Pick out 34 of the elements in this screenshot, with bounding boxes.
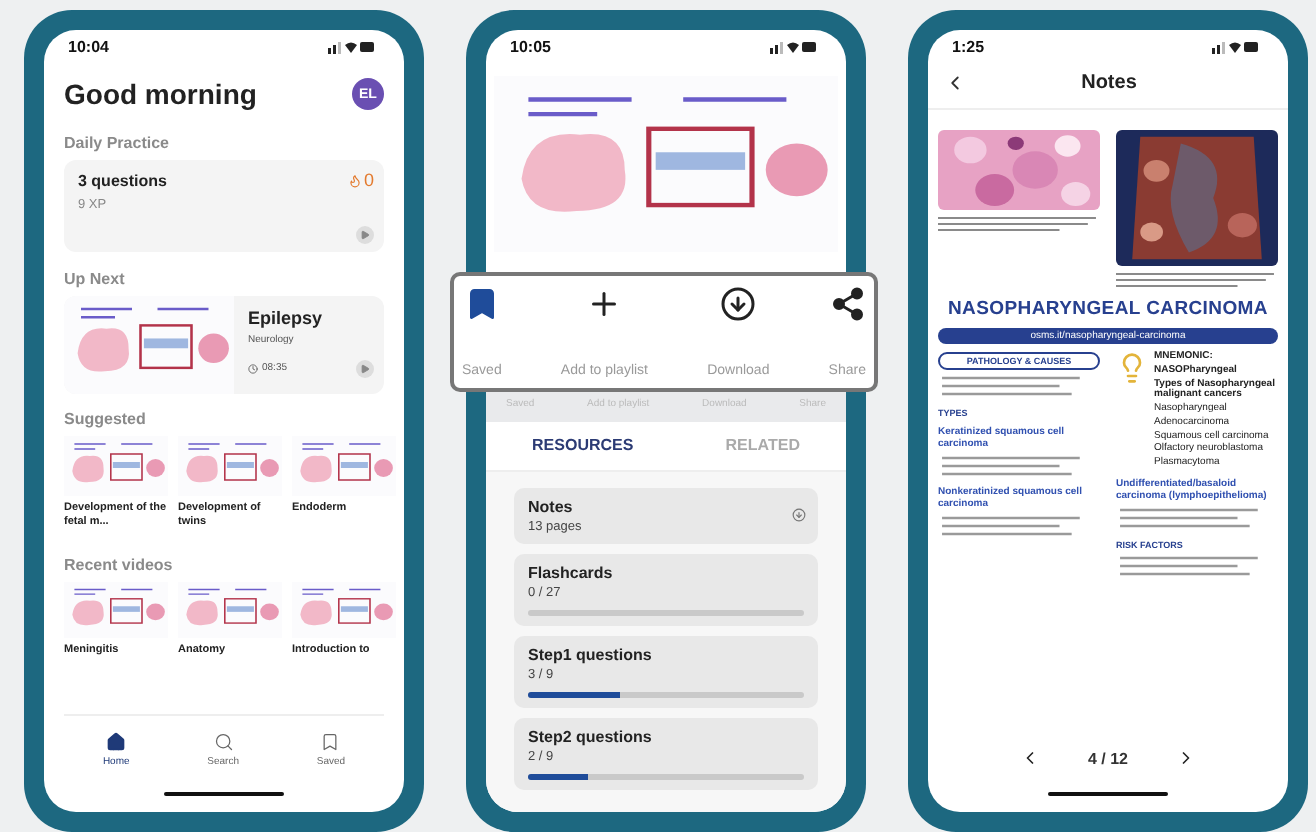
- section-heading: Suggested: [64, 410, 148, 428]
- page-indicator: 4 / 12: [1087, 749, 1128, 767]
- home-icon: [106, 732, 127, 752]
- status-time: 1:25: [952, 38, 985, 56]
- section-heading: Daily Practice: [64, 134, 171, 152]
- streak-count: 0: [363, 170, 374, 190]
- status-icons: [770, 40, 818, 54]
- download-icon[interactable]: [792, 508, 806, 522]
- status-icons: [328, 40, 376, 54]
- section-heading: Recent videos: [64, 555, 175, 574]
- video-title: Epilepsy: [248, 308, 323, 328]
- status-time: 10:04: [68, 38, 109, 56]
- status-time: 10:05: [510, 38, 551, 56]
- play-icon[interactable]: [356, 226, 374, 244]
- flame-icon: [347, 173, 362, 187]
- document-title: NASOPHARYNGEAL CARCINOMA: [946, 298, 1270, 320]
- resource-title: Flashcards: [528, 564, 613, 582]
- resource-title: Step2 questions: [528, 728, 652, 746]
- play-icon[interactable]: [356, 360, 374, 378]
- download-icon: [720, 286, 757, 322]
- status-icons: [1212, 40, 1260, 54]
- card-title: 3 questions: [78, 172, 167, 190]
- resource-title: Notes: [528, 498, 573, 516]
- home-indicator: [1048, 792, 1168, 796]
- resource-title: Step1 questions: [528, 646, 652, 664]
- home-indicator: [164, 792, 284, 796]
- greeting-title: Good morning: [64, 78, 257, 110]
- tab[interactable]: RESOURCES: [532, 436, 634, 454]
- search-icon: [213, 732, 234, 752]
- share-icon: [829, 286, 866, 322]
- screen-title: Notes: [1079, 72, 1139, 94]
- bookmark-icon: [320, 732, 341, 752]
- section-heading: Up Next: [64, 270, 127, 288]
- clock-icon: [248, 363, 258, 373]
